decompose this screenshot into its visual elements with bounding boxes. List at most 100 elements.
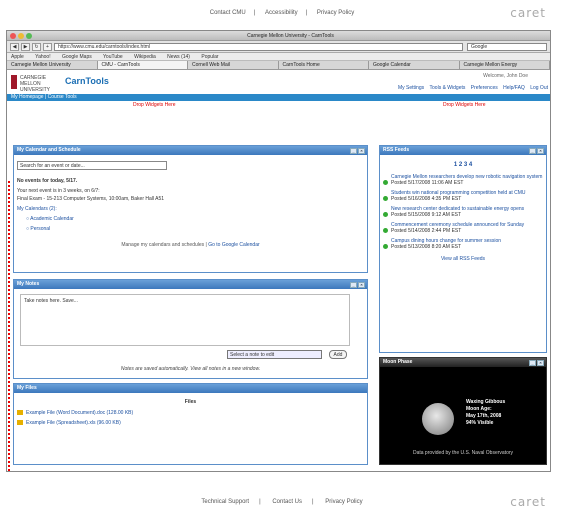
rss-pagination[interactable]: 1 2 3 4 [380,162,546,168]
notes-panel-header[interactable]: My Notes _ × [14,280,367,289]
file-row[interactable]: Example File (Spreadsheet).xls (96.00 KB… [14,418,367,428]
header-link[interactable]: Tools & Widgets [430,85,466,91]
no-events-text: No events for today, 5/17. [17,178,78,184]
rss-item[interactable]: Carnegie Mellon researchers develop new … [380,172,546,188]
browser-tab[interactable]: Carnegie Mellon Energy [460,61,550,69]
bottom-links: Technical Support | Contact Us | Privacy P… [201,499,363,505]
welcome-text: Welcome, John Doe [483,73,528,79]
notes-panel-title: My Notes [17,281,40,287]
bookmark-item[interactable]: YouTube [103,54,123,60]
bottom-link-privacy[interactable]: Privacy Policy [325,499,362,505]
browser-window: Carnegie Mellon University - CarnTools ◀… [6,30,551,472]
header-link[interactable]: My Settings [398,85,424,91]
moon-panel-title: Moon Phase [383,359,413,365]
minimize-icon[interactable]: _ [350,282,357,288]
moon-image [422,403,454,435]
browser-tab[interactable]: Carnegie Mellon University [7,61,98,69]
rss-panel: RSS Feeds _ × 1 2 3 4 Carnegie Mellon res… [379,145,547,353]
my-calendars-label: My Calendars (2): [17,206,57,212]
bookmark-item[interactable]: Popular [201,54,218,60]
bookmark-item[interactable]: Yahoo! [35,54,50,60]
bookmark-item[interactable]: Google Maps [62,54,92,60]
top-link-contact[interactable]: Contact CMU [210,10,246,16]
files-panel-header[interactable]: My Files [14,384,367,393]
close-icon[interactable]: × [537,148,544,154]
file-row[interactable]: Example File (Word Document).doc (128.00… [14,408,367,418]
rss-bullet-icon [383,196,388,201]
brand-logo: caret [510,6,546,20]
moon-footer: Data provided by the U.S. Naval Observat… [412,450,514,456]
brand-logo-bottom: caret [510,495,546,509]
close-icon[interactable]: × [358,282,365,288]
minimize-icon[interactable]: _ [350,148,357,154]
calendar-item[interactable]: ○ Personal [14,224,367,234]
calendar-footer-text[interactable]: Manage my calendars and schedules | [121,242,207,248]
calendar-panel-title: My Calendar and Schedule [17,147,81,153]
bookmark-item[interactable]: Wikipedia [134,54,156,60]
browser-title-bar: Carnegie Mellon University - CarnTools [7,31,550,41]
address-input[interactable]: https://www.cmu.edu/carntools/index.html [54,42,463,51]
rss-item[interactable]: New research center dedicated to sustain… [380,204,546,220]
browser-title: Carnegie Mellon University - CarnTools [247,32,334,39]
top-link-privacy[interactable]: Privacy Policy [317,10,354,16]
top-link-accessibility[interactable]: Accessibility [265,10,298,16]
rss-bullet-icon [383,244,388,249]
files-header: Files [184,399,197,405]
add-note-button[interactable]: Add [329,350,347,359]
app-title[interactable]: CarnTools [65,76,109,86]
browser-tab[interactable]: CarnTools Home [279,61,369,69]
rss-bullet-icon [383,180,388,185]
bookmark-item[interactable]: Apple [11,54,24,60]
back-icon[interactable]: ◀ [10,42,19,51]
folder-icon [17,410,23,416]
header-links: My Settings Tools & Widgets Preferences … [394,85,548,91]
add-icon[interactable]: + [43,42,52,51]
calendar-item[interactable]: ○ Academic Calendar [14,214,367,224]
rss-item[interactable]: Commencement ceremony schedule announced… [380,220,546,236]
google-calendar-link[interactable]: Go to Google Calendar [208,242,259,248]
forward-icon[interactable]: ▶ [21,42,30,51]
close-icon[interactable] [10,32,16,39]
calendar-panel: My Calendar and Schedule _ × Search for a… [13,145,368,273]
notes-footer: Notes are saved automatically. View all … [120,366,261,372]
next-event-detail: Final Exam - 15-213 Computer Systems, 10… [17,196,165,202]
rss-item[interactable]: Campus dining hours change for summer se… [380,236,546,252]
rss-bullet-icon [383,212,388,217]
header-link[interactable]: Preferences [471,85,498,91]
bottom-link-support[interactable]: Technical Support [201,499,249,505]
main-nav[interactable]: My Homepage | Course Tools [7,94,550,101]
bookmark-item[interactable]: News (14) [167,54,190,60]
moon-display: Waxing Gibbous Moon Age: May 17th, 2008 … [380,367,546,464]
minimize-icon[interactable]: _ [529,148,536,154]
calendar-panel-header[interactable]: My Calendar and Schedule _ × [14,146,367,155]
moon-panel: Moon Phase _ × Waxing Gibbous Moon Age: M… [379,357,547,465]
bottom-link-contact[interactable]: Contact Us [272,499,302,505]
tab-bar: Carnegie Mellon University CMU - CarnToo… [7,61,550,70]
notes-panel: My Notes _ × Take notes here. Save... Sel… [13,279,368,379]
rss-more-link[interactable]: View all RSS Feeds [380,256,546,262]
drop-zone-right: Drop Widgets Here [443,102,486,108]
files-panel-title: My Files [17,385,37,391]
minimize-icon[interactable]: _ [529,360,536,366]
reload-icon[interactable]: ↻ [32,42,41,51]
rss-panel-header[interactable]: RSS Feeds _ × [380,146,546,155]
calendar-footer: Manage my calendars and schedules | Go t… [14,242,367,248]
browser-tab[interactable]: Google Calendar [369,61,460,69]
notes-textarea[interactable]: Take notes here. Save... [20,294,350,346]
header-link[interactable]: Help/FAQ [503,85,525,91]
calendar-search-input[interactable]: Search for an event or date... [17,161,167,170]
maximize-icon[interactable] [26,32,32,39]
close-icon[interactable]: × [537,360,544,366]
url-bar: ◀ ▶ ↻ + https://www.cmu.edu/carntools/in… [7,41,550,53]
folder-icon [17,420,23,426]
browser-tab-active[interactable]: CMU - CarnTools [97,61,188,69]
browser-tab[interactable]: Cornell Web Mail [188,61,279,69]
cmu-logo[interactable]: CARNEGIE MELLON UNIVERSITY [11,75,59,93]
note-select[interactable]: Select a note to edit [227,350,322,359]
close-icon[interactable]: × [358,148,365,154]
minimize-icon[interactable] [18,32,24,39]
browser-search-input[interactable]: Google [467,42,547,51]
moon-panel-header[interactable]: Moon Phase _ × [380,358,546,367]
rss-item[interactable]: Students win national programming compet… [380,188,546,204]
header-link[interactable]: Log Out [530,85,548,91]
